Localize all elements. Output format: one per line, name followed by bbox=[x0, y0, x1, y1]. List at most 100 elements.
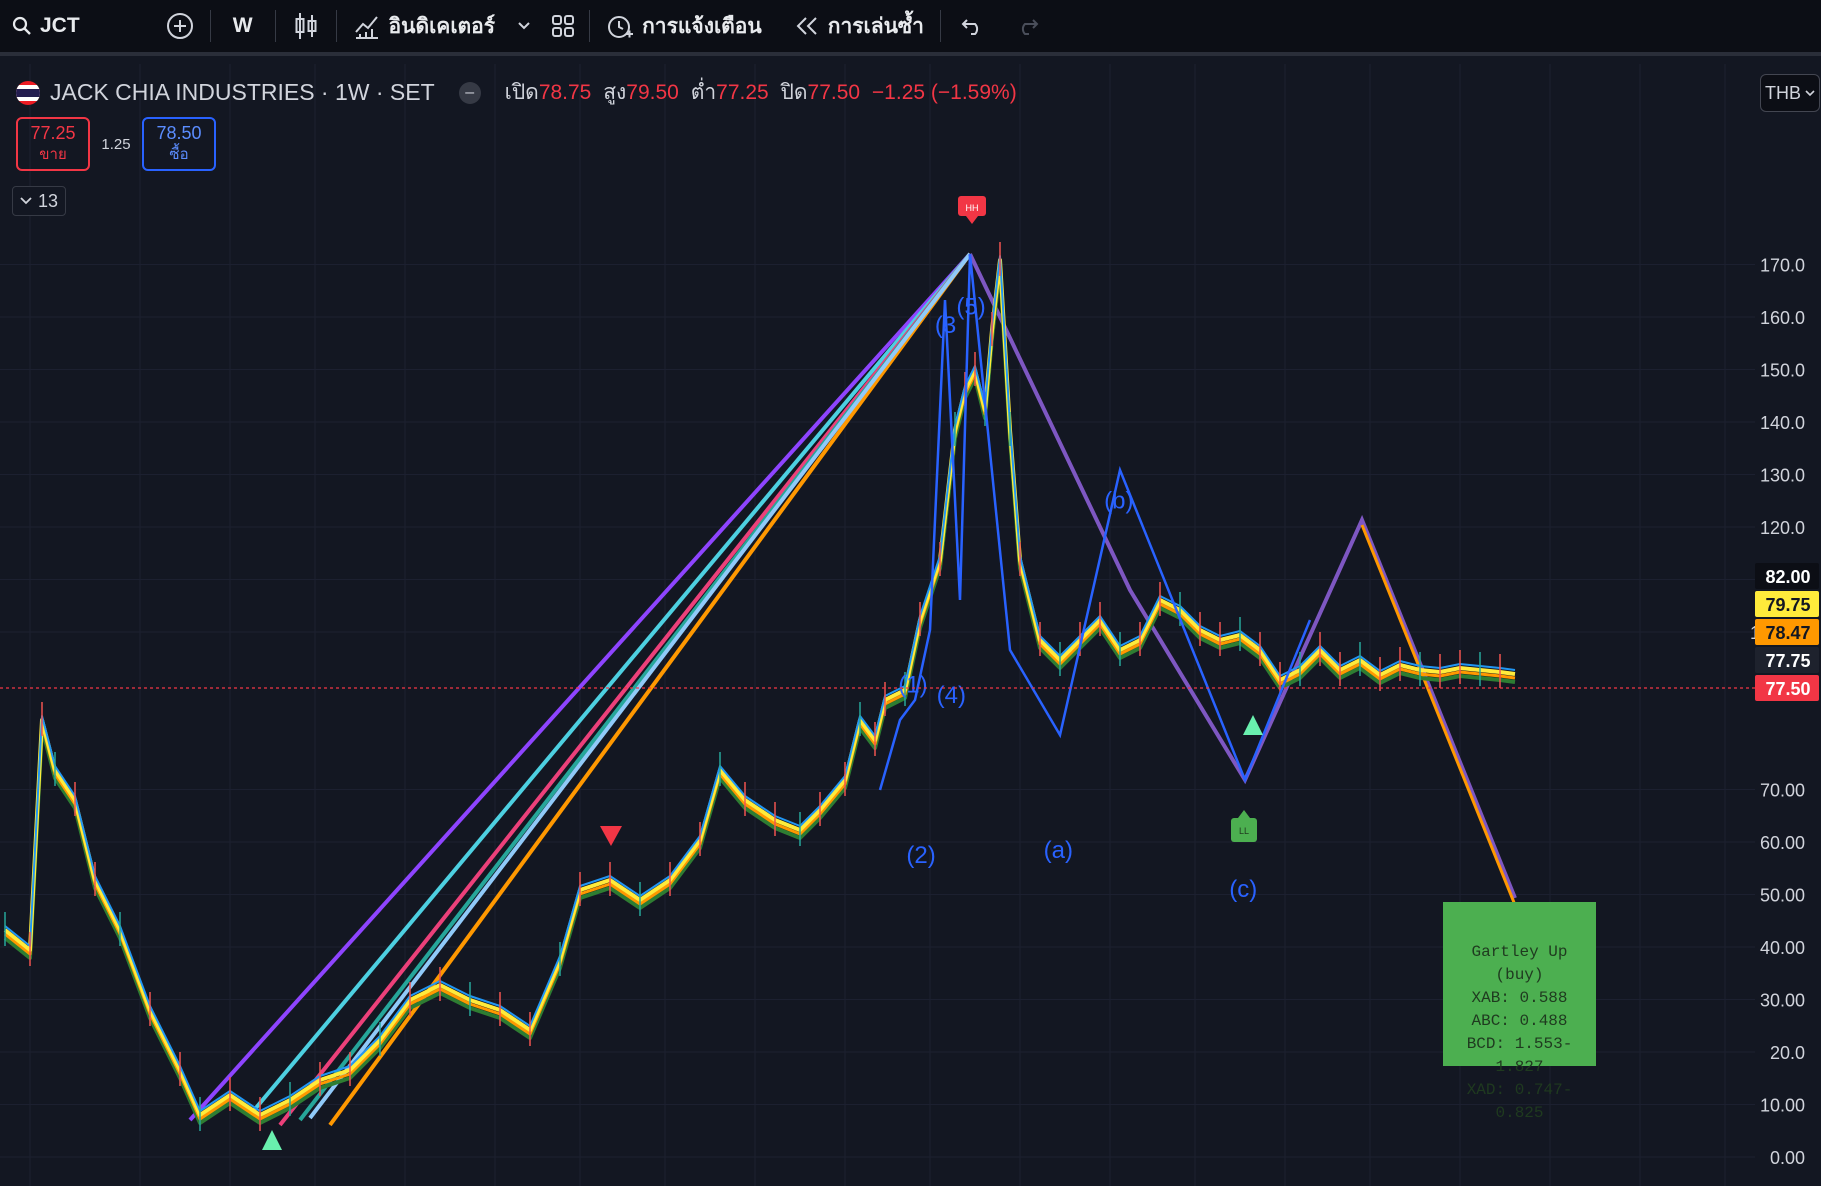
pattern-bcd: BCD: 1.553-1.827 bbox=[1466, 1035, 1573, 1076]
add-circle-icon bbox=[166, 12, 194, 40]
price-axis-tick: 170.0 bbox=[1760, 256, 1805, 276]
high-label: สูง bbox=[603, 81, 627, 104]
spread-value: 1.25 bbox=[101, 135, 131, 153]
interval-button[interactable]: W bbox=[211, 0, 275, 54]
top-toolbar: JCT W อินดิเคเตอร์ การแจ้งเตือน การเล่นซ… bbox=[0, 0, 1821, 56]
indicator-templates-dropdown[interactable] bbox=[511, 0, 537, 54]
price-axis-tick: 150.0 bbox=[1760, 361, 1805, 381]
close-label: ปิด bbox=[780, 81, 808, 104]
buy-signal-arrow bbox=[262, 1130, 282, 1150]
price-axis-tick: 120.0 bbox=[1760, 518, 1805, 538]
symbol-title[interactable]: JACK CHIA INDUSTRIES · 1W · SET bbox=[50, 79, 435, 106]
symbol-search[interactable]: JCT bbox=[0, 0, 96, 54]
chevron-down-icon bbox=[1805, 89, 1815, 97]
chevron-down-icon bbox=[517, 21, 531, 31]
indicators-label: อินดิเคเตอร์ bbox=[388, 14, 496, 38]
price-axis-tick: 20.0 bbox=[1770, 1043, 1805, 1063]
rewind-icon bbox=[794, 15, 820, 37]
price-axis-tick: 50.00 bbox=[1760, 886, 1805, 906]
symbol-legend: JACK CHIA INDUSTRIES · 1W · SET – เปิด78… bbox=[16, 76, 1023, 109]
open-value: 78.75 bbox=[538, 81, 592, 104]
change-value: −1.25 (−1.59%) bbox=[871, 81, 1017, 104]
gartley-leg bbox=[308, 252, 972, 1120]
low-label: ต่ำ bbox=[690, 81, 717, 104]
sell-label: ขาย bbox=[39, 146, 67, 163]
redo-button[interactable] bbox=[1005, 0, 1049, 54]
grid-icon bbox=[551, 14, 575, 38]
buy-label: ซื้อ bbox=[169, 146, 189, 163]
sell-price: 77.25 bbox=[30, 123, 76, 143]
price-axis-tick: 70.00 bbox=[1760, 781, 1805, 801]
wave-label: (b) bbox=[1104, 488, 1133, 515]
open-label: เปิด bbox=[504, 81, 539, 104]
replay-label: การเล่นซ้ำ bbox=[827, 14, 924, 38]
search-icon bbox=[12, 16, 32, 36]
gartley-leg bbox=[1360, 524, 1517, 906]
currency-label: THB bbox=[1765, 82, 1801, 103]
price-axis-tick: 60.00 bbox=[1760, 833, 1805, 853]
buy-price: 78.50 bbox=[156, 123, 202, 143]
price-axis-tick: 130.0 bbox=[1760, 466, 1805, 486]
sell-signal-arrow bbox=[600, 826, 622, 846]
moving-average-green bbox=[3, 266, 1516, 1125]
layout-button[interactable] bbox=[537, 0, 589, 54]
price-axis-tick: 10.00 bbox=[1760, 1096, 1805, 1116]
harmonic-pattern-info: Gartley Up (buy) XAB: 0.588 ABC: 0.488 B… bbox=[1443, 902, 1596, 1122]
interval-label: W bbox=[232, 14, 253, 37]
wave-label: (4) bbox=[937, 682, 966, 709]
sell-button[interactable]: 77.25 ขาย bbox=[16, 117, 90, 171]
wave-label: (c) bbox=[1229, 876, 1257, 903]
alarm-clock-icon bbox=[606, 12, 634, 40]
price-axis-tick: 0.00 bbox=[1770, 1148, 1805, 1168]
thailand-flag-icon bbox=[16, 80, 40, 105]
low-value: 77.25 bbox=[716, 81, 769, 104]
pattern-xab: XAB: 0.588 bbox=[1471, 989, 1568, 1007]
symbol-label: JCT bbox=[40, 14, 80, 37]
pattern-abc: ABC: 0.488 bbox=[1471, 1012, 1568, 1030]
high-value: 79.50 bbox=[626, 81, 679, 104]
chevron-down-icon bbox=[20, 197, 32, 205]
gartley-leg bbox=[248, 252, 972, 1117]
wave-label: (a) bbox=[1044, 837, 1073, 864]
moving-average-orange bbox=[4, 262, 1516, 1121]
alerts-label: การแจ้งเตือน bbox=[642, 14, 762, 38]
pattern-title: Gartley Up (buy) bbox=[1471, 943, 1568, 984]
chart-type-button[interactable] bbox=[276, 0, 336, 54]
wave-label: (2) bbox=[906, 842, 935, 869]
wave-label: (3 bbox=[935, 312, 956, 339]
candles-icon bbox=[294, 11, 318, 41]
price-axis-tick: 140.0 bbox=[1760, 413, 1805, 433]
buy-signal-arrow bbox=[1243, 715, 1263, 735]
hh-marker-label: HH bbox=[966, 203, 979, 213]
alerts-button[interactable]: การแจ้งเตือน bbox=[590, 0, 778, 54]
hh-marker-tip bbox=[966, 216, 978, 224]
price-badge-label: 77.50 bbox=[1765, 679, 1810, 699]
close-value: 77.50 bbox=[807, 81, 861, 104]
gartley-leg bbox=[968, 253, 1517, 899]
price-axis-tick: 40.00 bbox=[1760, 938, 1805, 958]
wave-label: (5) bbox=[956, 293, 985, 320]
ll-marker-tip bbox=[1238, 810, 1250, 818]
price-axis-tick: 30.00 bbox=[1760, 991, 1805, 1011]
price-badge-label: 78.47 bbox=[1765, 623, 1810, 643]
compare-button[interactable] bbox=[150, 0, 210, 54]
price-axis-tick: 160.0 bbox=[1760, 308, 1805, 328]
undo-icon bbox=[961, 16, 985, 36]
wave-label: (1) bbox=[898, 671, 927, 698]
price-badge-label: 82.00 bbox=[1765, 567, 1810, 587]
trade-buttons: 77.25 ขาย 1.25 78.50 ซื้อ bbox=[16, 117, 216, 171]
indicators-icon bbox=[353, 12, 381, 40]
price-badge-label: 77.75 bbox=[1765, 651, 1810, 671]
indicators-button[interactable]: อินดิเคเตอร์ bbox=[337, 0, 512, 54]
buy-button[interactable]: 78.50 ซื้อ bbox=[142, 117, 216, 171]
pattern-xad: XAD: 0.747-0.825 bbox=[1466, 1081, 1573, 1122]
hide-legend-button[interactable]: – bbox=[458, 81, 481, 104]
indicators-count: 13 bbox=[37, 190, 59, 211]
redo-icon bbox=[1015, 16, 1039, 36]
indicators-collapse-button[interactable]: 13 bbox=[12, 186, 66, 216]
ll-marker-label: LL bbox=[1239, 826, 1249, 836]
currency-selector[interactable]: THB bbox=[1760, 74, 1820, 112]
price-badge-label: 79.75 bbox=[1765, 595, 1810, 615]
undo-button[interactable] bbox=[941, 0, 1005, 54]
replay-button[interactable]: การเล่นซ้ำ bbox=[778, 0, 940, 54]
